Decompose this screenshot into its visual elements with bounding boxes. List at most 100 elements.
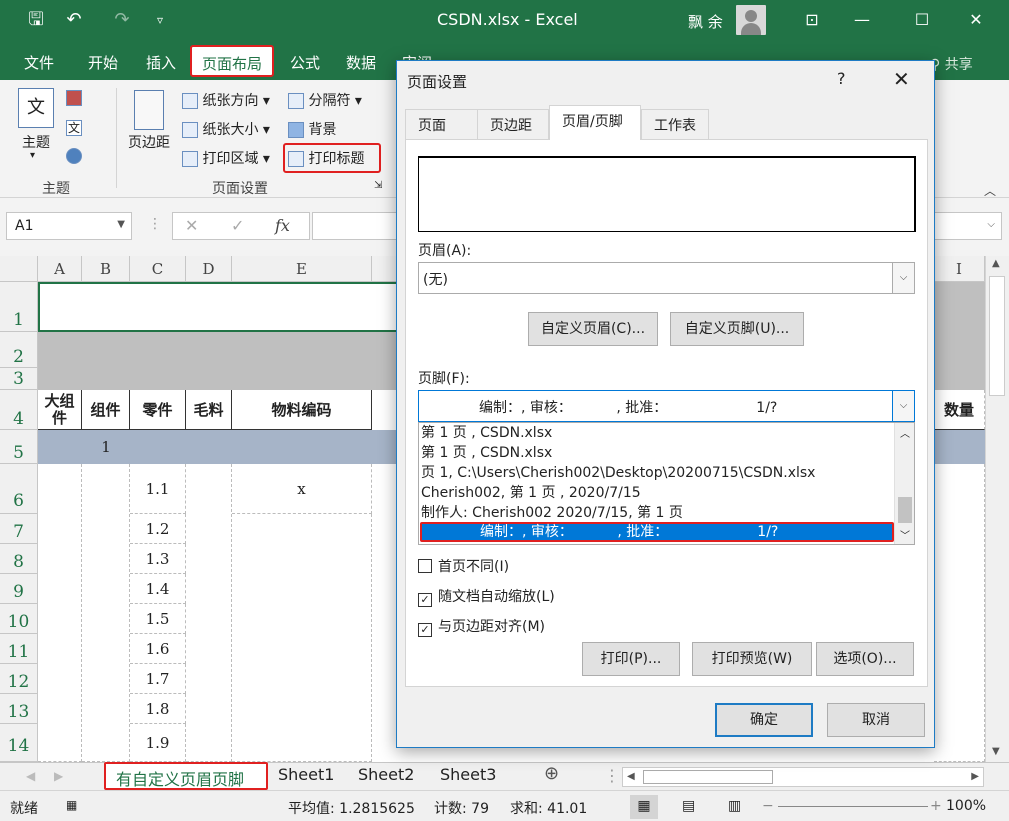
list-item[interactable]: 页 1, C:\Users\Cherish002\Desktop\2020071… bbox=[421, 463, 815, 483]
status-sum[interactable]: 求和: 41.01 bbox=[510, 798, 587, 818]
col-header-e[interactable]: E bbox=[232, 256, 372, 282]
cell-b5[interactable]: 1 bbox=[82, 430, 130, 464]
col-header-c[interactable]: C bbox=[130, 256, 186, 282]
colors-icon[interactable] bbox=[66, 90, 82, 106]
options-button[interactable]: 选项(O)... bbox=[816, 642, 914, 676]
col-e-body[interactable] bbox=[232, 514, 372, 762]
breaks-button[interactable]: 分隔符 ▾ bbox=[288, 90, 362, 110]
zoom-out-icon[interactable]: − bbox=[762, 798, 774, 814]
tab-split-icon[interactable]: ⋮ bbox=[604, 766, 620, 785]
insert-function-icon[interactable]: fx bbox=[275, 216, 290, 235]
size-button[interactable]: 纸张大小 ▾ bbox=[182, 119, 270, 139]
menu-formulas[interactable]: 公式 bbox=[290, 52, 320, 73]
zoom-level[interactable]: 100% bbox=[946, 798, 986, 814]
checkmark-icon[interactable]: ✓ bbox=[418, 593, 432, 607]
list-scroll-up-icon[interactable]: ︿ bbox=[900, 425, 910, 440]
row-header-4[interactable]: 4 bbox=[0, 390, 38, 430]
status-average[interactable]: 平均值: 1.2815625 bbox=[288, 798, 415, 818]
col-b-body[interactable] bbox=[82, 464, 130, 762]
cancel-button[interactable]: 取消 bbox=[827, 703, 925, 737]
theme-button[interactable]: 主题 bbox=[22, 132, 50, 152]
zoom-in-icon[interactable]: + bbox=[930, 798, 942, 814]
row-header-8[interactable]: 8 bbox=[0, 544, 38, 574]
scroll-left-icon[interactable]: ◀ bbox=[627, 771, 635, 782]
select-all-corner[interactable] bbox=[0, 256, 38, 282]
normal-view-icon[interactable]: ▦ bbox=[630, 795, 658, 819]
checkmark-icon[interactable]: ✓ bbox=[418, 623, 432, 637]
title-band-right[interactable] bbox=[934, 282, 985, 390]
col-header-d[interactable]: D bbox=[186, 256, 232, 282]
save-icon[interactable]: 🖫 bbox=[24, 8, 48, 32]
effects-icon[interactable] bbox=[66, 148, 82, 164]
col-a-body[interactable] bbox=[38, 464, 82, 762]
list-item[interactable]: 第 1 页 , CSDN.xlsx bbox=[421, 423, 552, 443]
next-sheet-icon[interactable]: ▶ bbox=[54, 769, 63, 783]
list-scrollbar[interactable]: ︿ ﹀ bbox=[894, 423, 914, 544]
fonts-icon[interactable]: 文 bbox=[66, 120, 82, 136]
dialog-close-icon[interactable]: ✕ bbox=[893, 67, 910, 91]
avatar[interactable] bbox=[736, 5, 766, 35]
header-cell[interactable]: 数量 bbox=[934, 390, 985, 430]
menu-page-layout[interactable]: 页面布局 bbox=[190, 45, 275, 77]
scale-with-document-checkbox[interactable]: ✓ 随文档自动缩放(L) bbox=[418, 586, 555, 607]
name-box-dropdown-icon[interactable]: ▼ bbox=[117, 219, 125, 230]
row-header-7[interactable]: 7 bbox=[0, 514, 38, 544]
menu-home[interactable]: 开始 bbox=[88, 52, 118, 73]
footer-options-list[interactable]: 第 1 页 , CSDN.xlsx 第 1 页 , CSDN.xlsx 页 1,… bbox=[418, 422, 915, 545]
menu-data[interactable]: 数据 bbox=[346, 52, 376, 73]
header-cell[interactable]: 物料编码 bbox=[232, 390, 372, 430]
print-titles-button[interactable]: 打印标题 bbox=[288, 148, 364, 168]
minimize-icon[interactable]: — bbox=[842, 6, 882, 34]
header-cell[interactable]: 零件 bbox=[130, 390, 186, 430]
col-i-body[interactable] bbox=[934, 464, 985, 762]
sheet-tab[interactable]: Sheet3 bbox=[440, 765, 496, 784]
sheet-tab-active[interactable]: 有自定义页眉页脚 bbox=[104, 762, 268, 790]
cell-c13[interactable]: 1.8 bbox=[130, 694, 186, 724]
row-header-11[interactable]: 11 bbox=[0, 634, 38, 664]
scroll-down-icon[interactable]: ▼ bbox=[992, 746, 1000, 757]
row-header-5[interactable]: 5 bbox=[0, 430, 38, 464]
customize-icon[interactable]: ▿ bbox=[148, 8, 172, 32]
header-select[interactable]: (无) ⌵ bbox=[418, 262, 915, 294]
scroll-up-icon[interactable]: ▲ bbox=[992, 258, 1000, 269]
zoom-slider[interactable] bbox=[778, 806, 928, 807]
header-dropdown-icon[interactable]: ⌵ bbox=[892, 263, 914, 293]
print-button[interactable]: 打印(P)... bbox=[582, 642, 680, 676]
list-item-selected[interactable]: 编制：, 审核： , 批准： 1/? bbox=[420, 522, 894, 542]
row-header-10[interactable]: 10 bbox=[0, 604, 38, 634]
vertical-scrollbar[interactable]: ▲ ▼ bbox=[985, 256, 1009, 762]
cell-e6[interactable]: x bbox=[232, 464, 372, 514]
prev-sheet-icon[interactable]: ◀ bbox=[26, 769, 35, 783]
col-header-i[interactable]: I bbox=[934, 256, 985, 282]
list-item[interactable]: 第 1 页 , CSDN.xlsx bbox=[421, 443, 552, 463]
cell-c6[interactable]: 1.1 bbox=[130, 464, 186, 514]
status-count[interactable]: 计数: 79 bbox=[434, 798, 489, 818]
horizontal-scroll-thumb[interactable] bbox=[643, 770, 773, 784]
theme-dropdown-icon[interactable]: ▾ bbox=[30, 150, 35, 161]
row-header-12[interactable]: 12 bbox=[0, 664, 38, 694]
header-cell[interactable]: 大组件 bbox=[38, 390, 82, 430]
cell-c14[interactable]: 1.9 bbox=[130, 724, 186, 762]
print-preview-button[interactable]: 打印预览(W) bbox=[692, 642, 812, 676]
cell-a1-selected[interactable] bbox=[38, 282, 398, 332]
menu-file[interactable]: 文件 bbox=[24, 52, 54, 73]
page-setup-launcher-icon[interactable]: ⇲ bbox=[374, 180, 382, 191]
background-button[interactable]: 背景 bbox=[288, 119, 336, 139]
title-band[interactable] bbox=[38, 332, 398, 390]
col-d-body[interactable] bbox=[186, 464, 232, 762]
custom-footer-button[interactable]: 自定义页脚(U)... bbox=[670, 312, 804, 346]
menu-insert[interactable]: 插入 bbox=[146, 52, 176, 73]
user-name[interactable]: 飘 余 bbox=[688, 11, 723, 32]
custom-header-button[interactable]: 自定义页眉(C)... bbox=[528, 312, 658, 346]
row-header-6[interactable]: 6 bbox=[0, 464, 38, 514]
cell-c7[interactable]: 1.2 bbox=[130, 514, 186, 544]
expand-formula-icon[interactable]: ⌵ bbox=[987, 219, 995, 230]
checkbox-empty[interactable] bbox=[418, 559, 432, 573]
close-icon[interactable]: ✕ bbox=[956, 6, 996, 34]
list-item[interactable]: Cherish002, 第 1 页 , 2020/7/15 bbox=[421, 483, 641, 503]
cell-c12[interactable]: 1.7 bbox=[130, 664, 186, 694]
cell-c11[interactable]: 1.6 bbox=[130, 634, 186, 664]
align-with-margins-checkbox[interactable]: ✓ 与页边距对齐(M) bbox=[418, 616, 545, 637]
ok-button[interactable]: 确定 bbox=[715, 703, 813, 737]
header-cell[interactable]: 组件 bbox=[82, 390, 130, 430]
